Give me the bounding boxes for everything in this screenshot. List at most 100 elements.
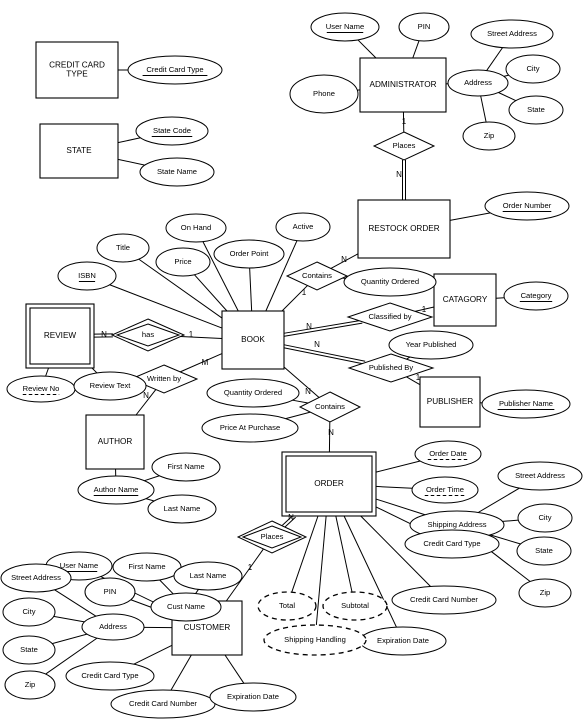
attribute-label: Publisher Name — [499, 399, 553, 408]
entity-label: ORDER — [314, 479, 344, 488]
attribute-state_code[interactable]: State Code — [135, 116, 209, 146]
attribute-book_price[interactable]: Price — [155, 247, 211, 277]
attribute-cust_cc_type[interactable]: Credit Card Type — [65, 661, 155, 691]
attribute-label: Credit Card Number — [410, 595, 478, 604]
attribute-order_cc_type[interactable]: Credit Card Type — [404, 529, 500, 559]
attribute-cust_first[interactable]: First Name — [112, 552, 182, 582]
relationship-has_review_book[interactable]: has — [110, 318, 186, 352]
entity-order[interactable]: ORDER — [281, 451, 377, 517]
attribute-author_name[interactable]: Author Name — [77, 475, 155, 505]
attribute-order_ship_handling[interactable]: Shipping Handling — [263, 624, 367, 656]
relationship-contains_order_book[interactable]: Contains — [298, 391, 362, 423]
er-diagram-canvas: CREDIT CARD TYPE STATE ADMINISTRATOR RESTOCK… — [0, 0, 583, 728]
attribute-label: Total — [279, 601, 295, 610]
attribute-book_isbn[interactable]: ISBN — [57, 261, 117, 291]
entity-catagory[interactable]: CATAGORY — [433, 273, 497, 327]
relationship-places_admin_restock[interactable]: Places — [372, 131, 436, 161]
attribute-label: Expiration Date — [227, 692, 279, 701]
entity-restock_order[interactable]: RESTOCK ORDER — [357, 199, 451, 259]
cardinality-label-card_book_classified: N — [306, 322, 312, 331]
attribute-book_title[interactable]: Title — [96, 233, 150, 263]
entity-label: RESTOCK ORDER — [368, 224, 439, 233]
attribute-admin_state[interactable]: State — [508, 95, 564, 125]
attribute-review_text[interactable]: Review Text — [73, 371, 147, 401]
attribute-admin_phone[interactable]: Phone — [289, 74, 359, 114]
attribute-year_published[interactable]: Year Published — [388, 330, 474, 360]
attribute-label: Cust Name — [167, 602, 205, 611]
attribute-book_on_hand[interactable]: On Hand — [165, 213, 227, 243]
attribute-cust_name[interactable]: Cust Name — [150, 592, 222, 622]
attribute-order_total[interactable]: Total — [257, 591, 317, 621]
entity-book[interactable]: BOOK — [221, 310, 285, 370]
entity-credit_card_type[interactable]: CREDIT CARDTYPE — [35, 41, 119, 99]
attribute-label: Credit Card Type — [81, 671, 138, 680]
attribute-author_last[interactable]: Last Name — [147, 494, 217, 524]
attribute-category_attr[interactable]: Category — [503, 281, 569, 311]
attribute-restock_qty[interactable]: Quantity Ordered — [343, 267, 437, 297]
attribute-label: City — [538, 513, 551, 522]
relationship-label: Published By — [369, 363, 414, 372]
relationship-label: has — [142, 330, 154, 339]
attribute-line_price_at_purchase[interactable]: Price At Purchase — [201, 413, 299, 443]
attribute-order_time[interactable]: Order Time — [411, 476, 479, 504]
entity-publisher[interactable]: PUBLISHER — [419, 376, 481, 428]
attribute-cust_zip[interactable]: Zip — [4, 670, 56, 700]
attribute-order_exp_date[interactable]: Expiration Date — [359, 626, 447, 656]
relationship-classified_by[interactable]: Classified by — [346, 302, 434, 332]
relationship-places_customer_order[interactable]: Places — [236, 520, 308, 554]
attribute-label: PIN — [418, 22, 431, 31]
attribute-label: Shipping Address — [427, 520, 486, 529]
attribute-order_subtotal[interactable]: Subtotal — [322, 591, 388, 621]
entity-review[interactable]: REVIEW — [25, 303, 95, 369]
attribute-label: Last Name — [190, 571, 227, 580]
attribute-admin_pin[interactable]: PIN — [398, 12, 450, 42]
entity-label: REVIEW — [44, 331, 77, 340]
attribute-label: On Hand — [181, 223, 211, 232]
attribute-cust_cc_number[interactable]: Credit Card Number — [110, 689, 216, 719]
attribute-book_order_point[interactable]: Order Point — [213, 239, 285, 269]
attribute-order_street[interactable]: Street Address — [497, 461, 583, 491]
attribute-cc_type_attr[interactable]: Credit Card Type — [127, 55, 223, 85]
relationship-label: Written by — [147, 374, 181, 383]
attribute-admin_zip[interactable]: Zip — [462, 121, 516, 151]
entity-label: ADMINISTRATOR — [369, 80, 436, 89]
attribute-label: Review Text — [90, 381, 132, 390]
attribute-order_zip[interactable]: Zip — [518, 578, 572, 608]
attribute-admin_address[interactable]: Address — [447, 69, 509, 97]
attribute-cust_address[interactable]: Address — [81, 613, 145, 641]
attribute-label: Address — [464, 78, 492, 87]
attribute-book_active[interactable]: Active — [275, 212, 331, 242]
attribute-cust_city[interactable]: City — [2, 597, 56, 627]
attribute-publisher_name[interactable]: Publisher Name — [481, 389, 571, 419]
attribute-cust_last[interactable]: Last Name — [173, 561, 243, 591]
entity-author[interactable]: AUTHOR — [85, 414, 145, 470]
attribute-label: Author Name — [94, 485, 139, 494]
attribute-order_cc_number[interactable]: Credit Card Number — [391, 585, 497, 615]
entity-administrator[interactable]: ADMINISTRATOR — [359, 57, 447, 113]
attribute-label: Zip — [25, 680, 36, 689]
attribute-order_city[interactable]: City — [517, 503, 573, 533]
attribute-label: Street Address — [487, 29, 537, 38]
attribute-review_no[interactable]: Review No — [6, 375, 76, 403]
attribute-line_qty_ordered[interactable]: Quantity Ordered — [206, 378, 300, 408]
entity-state[interactable]: STATE — [39, 123, 119, 179]
entity-label: BOOK — [241, 335, 265, 344]
attribute-order_state[interactable]: State — [516, 536, 572, 566]
attribute-cust_pin[interactable]: PIN — [84, 577, 136, 607]
cardinality-label-card_book_contains2: N — [305, 387, 311, 396]
cardinality-label-card_contains2_order: N — [328, 428, 334, 437]
relationship-contains_restock_book[interactable]: Contains — [285, 261, 349, 291]
attribute-state_name[interactable]: State Name — [139, 157, 215, 187]
attribute-label: State Code — [153, 126, 191, 135]
attribute-cust_street[interactable]: Street Address — [0, 563, 72, 593]
attribute-order_date[interactable]: Order Date — [414, 440, 482, 468]
attribute-admin_street[interactable]: Street Address — [470, 19, 554, 49]
attribute-cust_exp_date[interactable]: Expiration Date — [209, 682, 297, 712]
attribute-admin_city[interactable]: City — [505, 54, 561, 84]
attribute-order_number[interactable]: Order Number — [484, 191, 570, 221]
attribute-cust_state[interactable]: State — [2, 635, 56, 665]
cardinality-label-card_review_has: N — [101, 330, 107, 339]
attribute-author_first[interactable]: First Name — [151, 452, 221, 482]
attribute-admin_user_name[interactable]: User Name — [310, 12, 380, 42]
attribute-label: Order Time — [426, 485, 464, 494]
